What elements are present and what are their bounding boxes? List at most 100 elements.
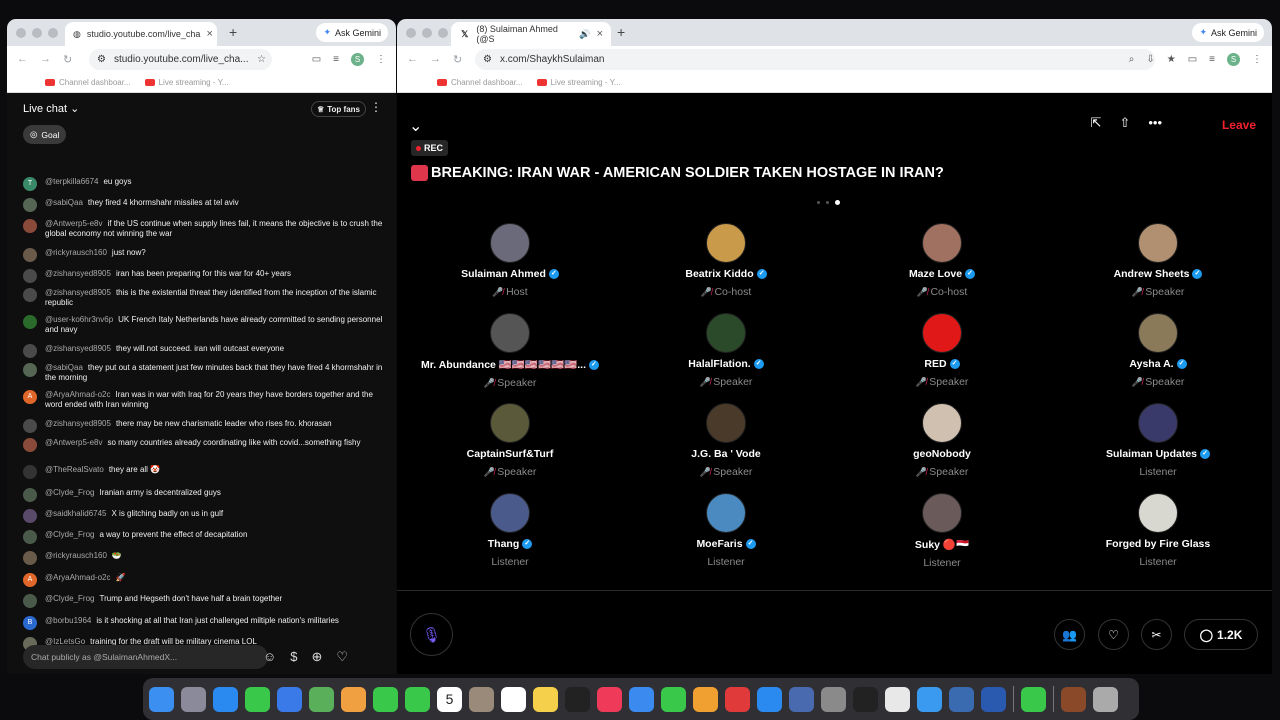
back-icon[interactable]: ← — [407, 53, 418, 66]
comments-button[interactable]: ◯ 1.2K — [1184, 619, 1258, 650]
screensharing-icon[interactable] — [917, 686, 942, 712]
chat-author[interactable]: @zishansyed8905 — [45, 288, 111, 297]
chat-author[interactable]: @sabiQaa — [45, 198, 83, 207]
avatar[interactable] — [706, 403, 746, 443]
chat-author[interactable]: @rickyrausch160 — [45, 248, 107, 257]
maps-icon[interactable] — [309, 686, 334, 712]
avatar[interactable] — [490, 493, 530, 533]
avatar[interactable] — [23, 269, 37, 283]
bookmark-star-icon[interactable]: ★ — [1167, 54, 1176, 65]
bookmark-star-icon[interactable]: ☆ — [257, 54, 266, 65]
ask-gemini-button[interactable]: ✦ Ask Gemini — [1192, 23, 1264, 42]
calendar-icon[interactable]: 5 — [437, 686, 462, 712]
participant-card[interactable]: geoNobody 🎤̸ Speaker — [834, 403, 1050, 478]
page-dots[interactable] — [817, 200, 840, 205]
contacts-icon[interactable] — [469, 686, 494, 712]
bookmark-channel-dashboard[interactable]: Channel dashboar... — [45, 78, 131, 87]
profile-avatar[interactable]: S — [351, 53, 364, 66]
chat-author[interactable]: @AryaAhmad-o2c — [45, 390, 110, 399]
avatar[interactable] — [23, 509, 37, 523]
menu-lines-icon[interactable]: ≡ — [333, 54, 339, 65]
safari-icon[interactable] — [213, 686, 238, 712]
forward-icon[interactable]: → — [40, 53, 51, 66]
finder2-icon[interactable] — [949, 686, 974, 712]
back-icon[interactable]: ← — [17, 53, 28, 66]
avatar[interactable] — [23, 419, 37, 433]
messages-icon[interactable] — [245, 686, 270, 712]
new-tab-icon[interactable]: + — [229, 24, 237, 40]
avatar[interactable] — [23, 219, 37, 233]
whatsapp-icon[interactable] — [1021, 686, 1046, 712]
chat-author[interactable]: @zishansyed8905 — [45, 344, 111, 353]
avatar[interactable] — [490, 223, 530, 263]
leave-button[interactable]: Leave — [1222, 118, 1256, 132]
window-controls[interactable] — [16, 28, 58, 38]
chat-author[interactable]: @zishansyed8905 — [45, 419, 111, 428]
facetime-icon[interactable] — [373, 686, 398, 712]
heart-icon[interactable]: ♡ — [336, 649, 348, 665]
notes-icon[interactable] — [533, 686, 558, 712]
top-fans-button[interactable]: ♕ Top fans — [311, 101, 366, 117]
address-bar[interactable]: ⚙ x.com/ShaykhSulaiman — [475, 49, 1155, 70]
reload-icon[interactable]: ↻ — [453, 53, 462, 66]
avatar[interactable] — [23, 551, 37, 565]
forward-icon[interactable]: → — [430, 53, 441, 66]
avatar[interactable] — [1138, 313, 1178, 353]
chat-author[interactable]: @Clyde_Frog — [45, 530, 94, 539]
participant-card[interactable]: Sulaiman Ahmed ✓ 🎤̸ Host — [402, 223, 618, 298]
photos-icon[interactable] — [341, 686, 366, 712]
participant-card[interactable]: J.G. Ba ' Vode 🎤̸ Speaker — [618, 403, 834, 478]
site-info-icon[interactable]: ⚙ — [483, 54, 492, 65]
sidepanel-icon[interactable]: ▭ — [312, 54, 321, 65]
chat-author[interactable]: @borbu1964 — [45, 616, 91, 625]
avatar[interactable] — [23, 488, 37, 502]
clock-icon[interactable] — [853, 686, 878, 712]
bookmark-live-streaming[interactable]: Live streaming - Y... — [536, 78, 621, 87]
launchpad-icon[interactable] — [181, 686, 206, 712]
avatar[interactable] — [490, 403, 530, 443]
chrome-icon[interactable] — [885, 686, 910, 712]
chat-author[interactable]: @Antwerp5-e8v — [45, 438, 102, 447]
avatar[interactable]: T — [23, 177, 37, 191]
reminders-icon[interactable] — [501, 686, 526, 712]
clip-button[interactable]: ✂ — [1141, 619, 1172, 650]
participant-card[interactable]: MoeFaris ✓ Listener — [618, 493, 834, 568]
avatar[interactable] — [922, 223, 962, 263]
avatar[interactable] — [23, 594, 37, 608]
testflight-icon[interactable] — [725, 686, 750, 712]
keynote-icon[interactable] — [629, 686, 654, 712]
tab-youtube-studio[interactable]: ◍ studio.youtube.com/live_cha × — [65, 22, 217, 46]
reload-icon[interactable]: ↻ — [63, 53, 72, 66]
avatar[interactable] — [706, 223, 746, 263]
emoji-icon[interactable]: ☺ — [263, 649, 276, 665]
avatar[interactable] — [23, 344, 37, 358]
more-icon[interactable]: ⋮ — [376, 54, 386, 65]
zoom-icon[interactable]: ⌕ — [1129, 54, 1135, 65]
photobooth-icon[interactable] — [1061, 686, 1086, 712]
avatar[interactable] — [23, 198, 37, 212]
menu-lines-icon[interactable]: ≡ — [1209, 54, 1215, 65]
numbers-icon[interactable] — [661, 686, 686, 712]
bookmark-channel-dashboard[interactable]: Channel dashboar... — [437, 78, 523, 87]
chat-author[interactable]: @user-ko6hr3nv6p — [45, 315, 113, 324]
avatar[interactable]: A — [23, 390, 37, 404]
xcode-icon[interactable] — [789, 686, 814, 712]
avatar[interactable] — [23, 248, 37, 262]
avatar[interactable] — [23, 288, 37, 302]
avatar[interactable]: B — [23, 616, 37, 630]
trash-icon[interactable] — [1093, 686, 1118, 712]
participant-card[interactable]: Maze Love ✓ 🎤̸ Co-host — [834, 223, 1050, 298]
people-button[interactable]: 👥 — [1054, 619, 1085, 650]
ask-gemini-button[interactable]: ✦ Ask Gemini — [316, 23, 388, 42]
participant-card[interactable]: Forged by Fire Glass Listener — [1050, 493, 1266, 568]
participant-card[interactable]: CaptainSurf&Turf 🎤̸ Speaker — [402, 403, 618, 478]
avatar[interactable] — [490, 313, 530, 353]
avatar[interactable] — [23, 363, 37, 377]
participant-card[interactable]: Beatrix Kiddo ✓ 🎤̸ Co-host — [618, 223, 834, 298]
chat-author[interactable]: @zishansyed8905 — [45, 269, 111, 278]
avatar[interactable] — [23, 530, 37, 544]
address-bar[interactable]: ⚙ studio.youtube.com/live_cha... — [89, 49, 272, 70]
mail-icon[interactable] — [277, 686, 302, 712]
collapse-chevron-icon[interactable]: ⌄ — [409, 116, 422, 136]
add-icon[interactable]: ⊕ — [312, 649, 323, 665]
